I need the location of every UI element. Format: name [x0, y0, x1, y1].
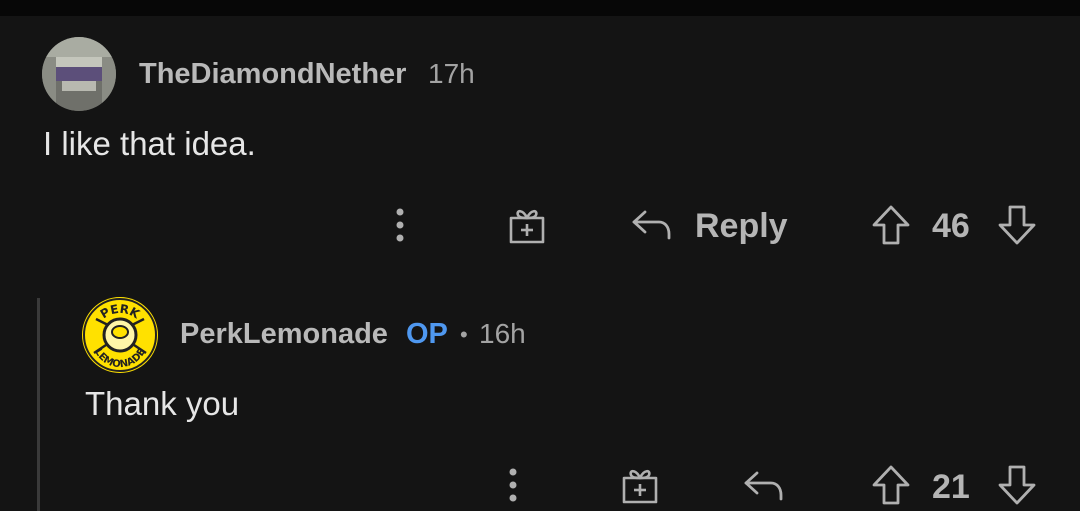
- more-options-icon[interactable]: [499, 466, 527, 504]
- top-bar: [0, 0, 1080, 16]
- comment-username[interactable]: TheDiamondNether: [139, 58, 406, 91]
- more-options-icon[interactable]: [386, 206, 414, 244]
- reply-arrow-icon[interactable]: [630, 207, 674, 243]
- downvote-arrow-icon[interactable]: [996, 463, 1038, 507]
- thread-line[interactable]: [37, 298, 40, 511]
- comment-body: I like that idea.: [43, 125, 256, 162]
- award-gift-icon[interactable]: [506, 205, 548, 245]
- avatar[interactable]: [42, 37, 116, 111]
- upvote-arrow-icon[interactable]: [870, 203, 912, 247]
- vote-count: 46: [932, 207, 970, 245]
- avatar[interactable]: PERK LEMONADE: [82, 297, 158, 373]
- op-badge: OP: [406, 318, 448, 350]
- comment-body: Thank you: [85, 385, 240, 422]
- upvote-arrow-icon[interactable]: [870, 463, 912, 507]
- reply-arrow-icon[interactable]: [742, 468, 786, 504]
- downvote-arrow-icon[interactable]: [996, 203, 1038, 247]
- comment-timestamp: 17h: [428, 58, 475, 89]
- award-gift-icon[interactable]: [619, 465, 661, 505]
- comment-timestamp: 16h: [479, 318, 526, 349]
- comment-username[interactable]: PerkLemonade: [180, 318, 388, 351]
- separator-dot: •: [460, 322, 468, 347]
- vote-count: 21: [932, 468, 970, 506]
- reply-button[interactable]: Reply: [695, 207, 788, 246]
